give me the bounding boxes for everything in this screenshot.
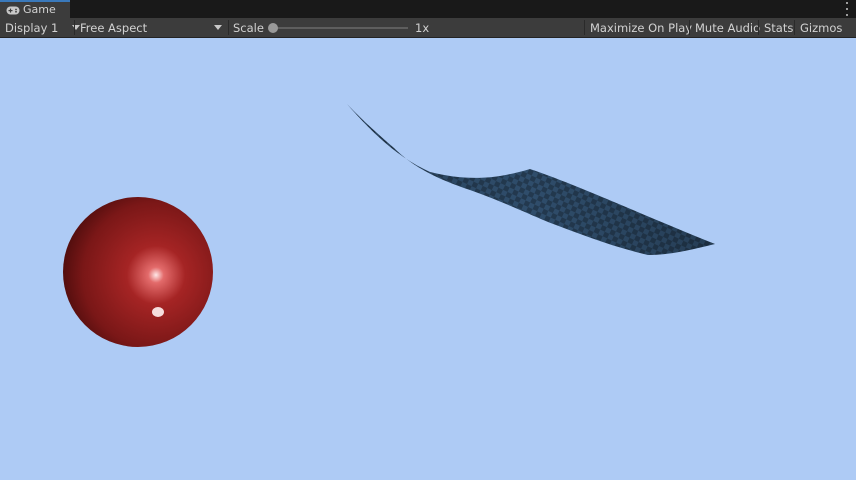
gizmos-label: Gizmos: [800, 20, 843, 35]
scale-label: Scale: [233, 20, 264, 35]
red-sphere: [63, 197, 213, 347]
display-label: Display 1: [5, 20, 59, 35]
game-toolbar: Display 1 Free Aspect Scale 1x Maximize …: [0, 18, 856, 38]
aspect-dropdown[interactable]: Free Aspect: [80, 18, 224, 37]
scale-slider-handle[interactable]: [268, 23, 278, 33]
scale-slider-track[interactable]: [272, 27, 408, 29]
gamepad-icon: [6, 5, 20, 15]
display-dropdown[interactable]: Display 1: [5, 18, 81, 37]
game-scene: [63, 104, 715, 347]
cloth-mesh: [347, 104, 715, 255]
tab-game[interactable]: Game: [0, 0, 70, 18]
more-options-icon[interactable]: [846, 2, 850, 16]
stats-button[interactable]: Stats: [764, 18, 793, 37]
tab-bar: Game: [0, 0, 856, 18]
game-viewport[interactable]: [0, 38, 856, 480]
aspect-label: Free Aspect: [80, 20, 148, 35]
chevron-down-icon: [214, 25, 222, 30]
maximize-on-play-button[interactable]: Maximize On Play: [590, 18, 692, 37]
scale-value: 1x: [415, 20, 430, 35]
tab-game-label: Game: [23, 3, 56, 16]
gizmos-button[interactable]: Gizmos: [800, 18, 842, 37]
mute-audio-button[interactable]: Mute Audio: [695, 18, 760, 37]
